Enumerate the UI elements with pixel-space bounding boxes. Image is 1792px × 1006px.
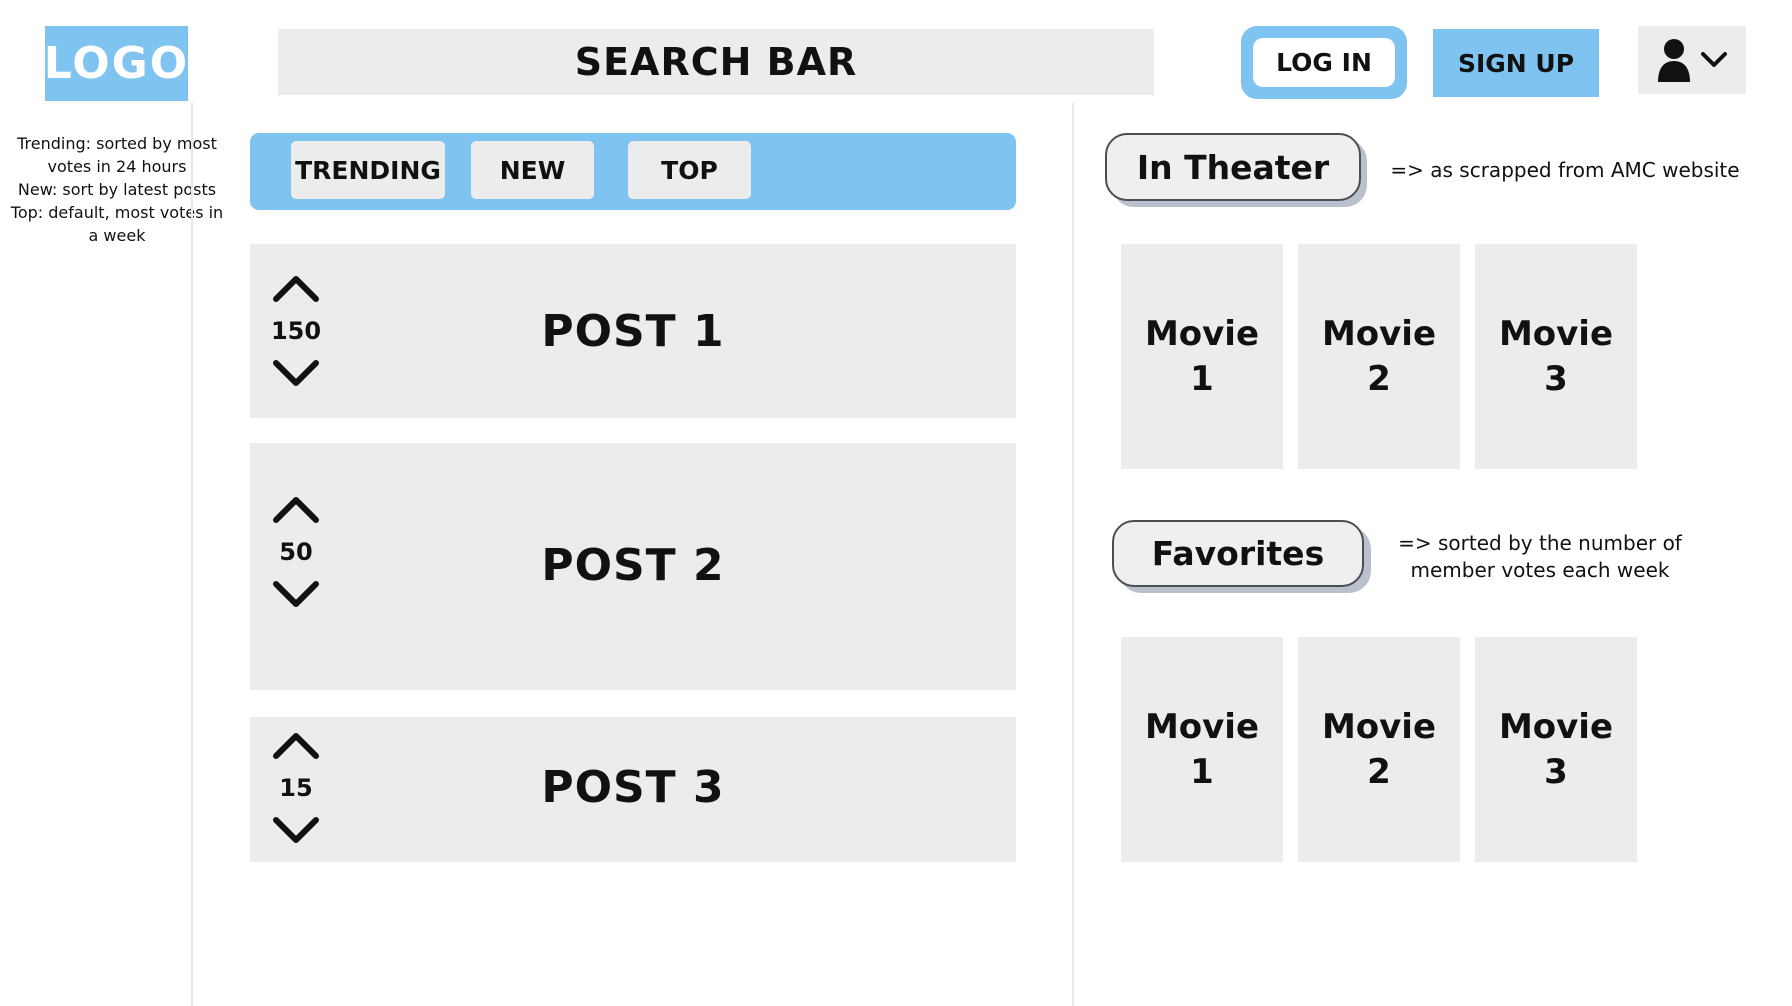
downvote-chevron-down-icon[interactable] [271, 815, 321, 847]
favorites-note-line: member votes each week [1410, 558, 1670, 582]
user-icon [1658, 39, 1690, 82]
sign-up-button[interactable]: SIGN UP [1433, 29, 1599, 97]
sort-description-note: Trending: sorted by most votes in 24 hou… [8, 132, 226, 247]
right-divider [1072, 103, 1074, 1006]
note-line: Top: default, most votes in [10, 203, 224, 222]
favorites-button[interactable]: Favorites [1112, 520, 1364, 587]
search-bar[interactable]: SEARCH BAR [278, 29, 1154, 95]
log-in-button[interactable]: LOG IN [1241, 26, 1407, 99]
in-theater-button[interactable]: In Theater [1105, 133, 1361, 201]
chevron-down-icon [1701, 52, 1727, 67]
favorites-movie-card[interactable]: Movie 3 [1475, 637, 1637, 862]
in-theater-movie-card[interactable]: Movie 1 [1121, 244, 1283, 469]
in-theater-movie-card[interactable]: Movie 3 [1475, 244, 1637, 469]
upvote-chevron-up-icon[interactable] [271, 272, 321, 304]
tab-top[interactable]: TOP [628, 141, 751, 199]
log-in-label: LOG IN [1253, 38, 1395, 87]
favorites-movie-card[interactable]: Movie 1 [1121, 637, 1283, 862]
upvote-chevron-up-icon[interactable] [271, 729, 321, 761]
note-line: New: sort by latest posts [17, 180, 217, 199]
account-menu-button[interactable] [1638, 26, 1746, 94]
post-card[interactable]: 50 POST 2 [250, 443, 1016, 690]
upvote-chevron-up-icon[interactable] [271, 493, 321, 525]
favorites-note-line: => sorted by the number of [1398, 531, 1682, 555]
downvote-chevron-down-icon[interactable] [271, 358, 321, 390]
post-card[interactable]: 15 POST 3 [250, 717, 1016, 862]
post-title[interactable]: POST 1 [250, 306, 1016, 357]
note-line: a week [88, 226, 146, 245]
note-line: votes in 24 hours [47, 157, 187, 176]
note-line: Trending: sorted by most [17, 134, 217, 153]
favorites-movie-card[interactable]: Movie 2 [1298, 637, 1460, 862]
tab-new[interactable]: NEW [471, 141, 594, 199]
post-card[interactable]: 150 POST 1 [250, 244, 1016, 418]
favorites-note: => sorted by the number of member votes … [1398, 530, 1682, 584]
tab-trending[interactable]: TRENDING [291, 141, 445, 199]
in-theater-movie-card[interactable]: Movie 2 [1298, 244, 1460, 469]
post-title[interactable]: POST 3 [250, 762, 1016, 813]
left-divider [191, 103, 193, 1006]
post-title[interactable]: POST 2 [250, 540, 1016, 591]
logo[interactable]: LOGO [44, 26, 188, 101]
in-theater-note: => as scrapped from AMC website [1390, 158, 1740, 182]
